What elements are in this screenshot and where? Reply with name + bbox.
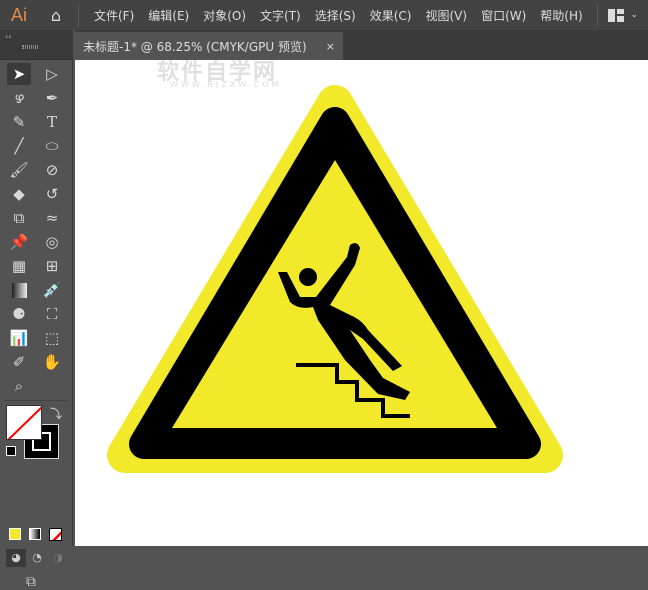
ellipse-tool[interactable]: ⬭ <box>40 135 64 157</box>
zoom-tool[interactable]: ⌕ <box>7 375 31 397</box>
document-tab-title: 未标题-1* @ 68.25% (CMYK/GPU 预览) <box>83 39 307 54</box>
chevron-down-icon: ⌄ <box>630 10 638 20</box>
blend-tool[interactable]: ⚈ <box>7 303 31 325</box>
divider <box>78 4 79 26</box>
rotate-tool[interactable]: ↺ <box>40 183 64 205</box>
mesh-tool[interactable]: ⊞ <box>40 255 64 277</box>
screen-mode-button[interactable]: ⧉ <box>26 574 36 590</box>
eraser-tool[interactable]: ◆ <box>7 183 31 205</box>
home-icon[interactable]: ⌂ <box>38 6 74 25</box>
menu-object[interactable]: 对象(O) <box>196 7 253 24</box>
lasso-tool[interactable]: ഴ <box>7 87 31 109</box>
color-mode-button[interactable] <box>9 528 21 540</box>
gradient-tool[interactable] <box>7 279 31 301</box>
menu-bar: Ai ⌂ 文件(F) 编辑(E) 对象(O) 文字(T) 选择(S) 效果(C)… <box>0 0 648 30</box>
menu-help[interactable]: 帮助(H) <box>533 7 589 24</box>
hand-tool[interactable]: ✋ <box>40 351 64 373</box>
menu-type[interactable]: 文字(T) <box>253 7 308 24</box>
slice-tool[interactable]: ✐ <box>7 351 31 373</box>
gradient-mode-button[interactable] <box>29 528 41 540</box>
toolbar-header: ‹‹ <box>0 30 73 60</box>
column-graph-tool[interactable]: 📊 <box>7 327 31 349</box>
direct-selection-tool[interactable]: ▷ <box>40 63 64 85</box>
workspace-layout-icon <box>608 8 625 22</box>
eyedropper-tool[interactable]: 💉 <box>40 279 64 301</box>
menu-select[interactable]: 选择(S) <box>308 7 363 24</box>
close-tab-button[interactable]: × <box>326 40 335 53</box>
puppet-warp-tool[interactable]: 📌 <box>7 231 31 253</box>
symbol-sprayer-tool[interactable]: ⛶ <box>40 303 64 325</box>
default-fill-stroke-icon[interactable] <box>6 446 16 456</box>
blob-brush-tool[interactable]: ⊘ <box>40 159 64 181</box>
draw-behind-button[interactable]: ◔ <box>27 549 47 567</box>
line-tool[interactable]: ╱ <box>7 135 31 157</box>
artboard-canvas[interactable]: 软件自学网 WWW.RJZXW.COM <box>75 60 648 546</box>
curvature-tool[interactable]: ✎ <box>7 111 31 133</box>
app-logo: Ai <box>10 4 27 25</box>
warp-tool[interactable]: ≈ <box>40 207 64 229</box>
workspace-switcher[interactable]: ⌄ <box>597 4 648 26</box>
menu-view[interactable]: 视图(V) <box>418 7 474 24</box>
document-tab-bar: 未标题-1* @ 68.25% (CMYK/GPU 预览) × <box>75 30 648 60</box>
type-tool[interactable]: T <box>40 111 64 133</box>
swap-fill-stroke-icon[interactable]: ⤵ <box>50 405 62 422</box>
menu-edit[interactable]: 编辑(E) <box>141 7 196 24</box>
menu-window[interactable]: 窗口(W) <box>474 7 533 24</box>
tools-panel: ➤ ▷ ഴ ✒ ✎ T ╱ ⬭ 🖌 ⊘ ◆ ↺ ⧉ ≈ 📌 ◎ ▦ ⊞ 💉 ⚈ … <box>0 60 73 590</box>
shape-builder-tool[interactable]: ◎ <box>40 231 64 253</box>
draw-inside-button[interactable]: ◑ <box>48 549 68 567</box>
paintbrush-tool[interactable]: 🖌 <box>7 159 31 181</box>
artboard-tool[interactable]: ⬚ <box>40 327 64 349</box>
divider <box>5 400 69 401</box>
fill-swatch[interactable] <box>6 405 42 440</box>
menu-effect[interactable]: 效果(C) <box>363 7 419 24</box>
selection-tool[interactable]: ➤ <box>7 63 31 85</box>
perspective-grid-tool[interactable]: ▦ <box>7 255 31 277</box>
collapse-toolbar-button[interactable]: ‹‹ <box>5 32 11 41</box>
menu-file[interactable]: 文件(F) <box>87 7 141 24</box>
pen-tool[interactable]: ✒ <box>40 87 64 109</box>
toolbar-grip[interactable] <box>22 45 38 49</box>
document-tab[interactable]: 未标题-1* @ 68.25% (CMYK/GPU 预览) × <box>75 32 343 60</box>
draw-normal-button[interactable]: ◕ <box>6 549 26 567</box>
scale-tool[interactable]: ⧉ <box>7 207 31 229</box>
warning-sign-artwork[interactable] <box>75 60 648 546</box>
none-mode-button[interactable] <box>49 528 62 541</box>
